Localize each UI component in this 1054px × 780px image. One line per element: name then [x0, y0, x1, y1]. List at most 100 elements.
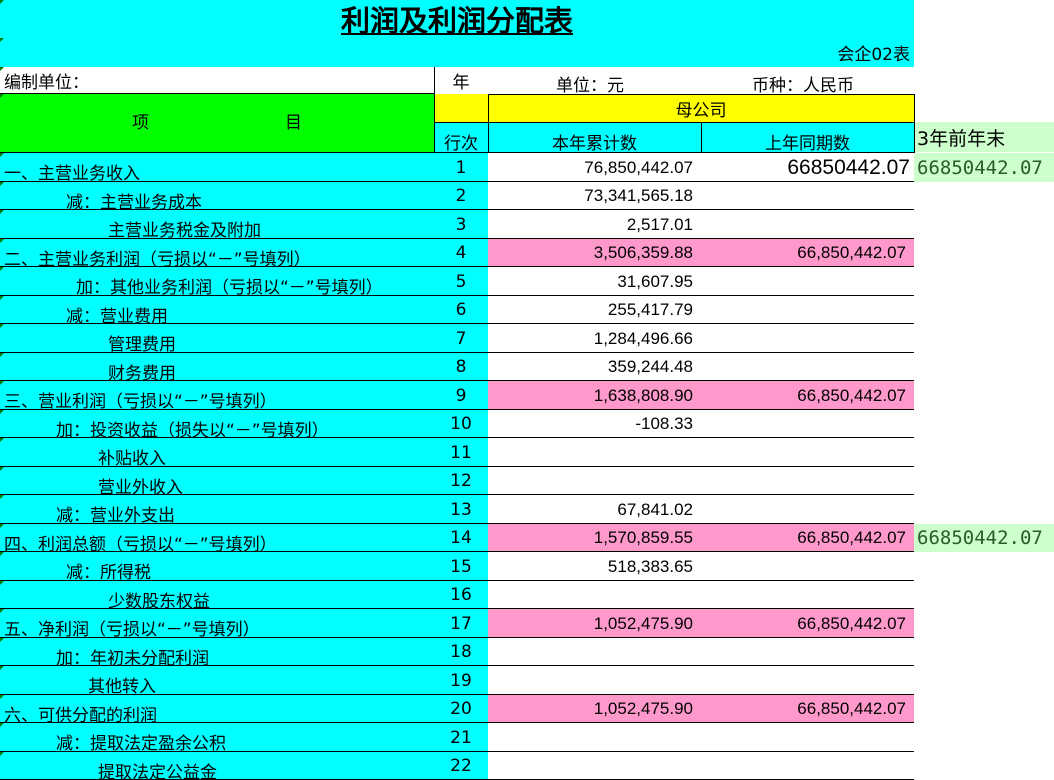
- previous-value-cell[interactable]: [701, 324, 914, 353]
- row-label-cell[interactable]: 提取法定公益金: [0, 752, 434, 780]
- previous-value-cell[interactable]: [701, 467, 914, 495]
- extra-value-cell[interactable]: 66850442.07: [914, 524, 1054, 552]
- previous-value-cell[interactable]: [701, 210, 914, 239]
- previous-value-cell[interactable]: [701, 752, 914, 780]
- current-value-cell[interactable]: 1,638,808.90: [488, 381, 701, 410]
- extra-value-cell[interactable]: [914, 410, 1054, 438]
- current-value-cell[interactable]: 67,841.02: [488, 495, 701, 524]
- line-no-cell[interactable]: 19: [434, 666, 488, 695]
- previous-value-cell[interactable]: [701, 353, 914, 381]
- current-value-cell[interactable]: 518,383.65: [488, 552, 701, 581]
- extra-value-cell[interactable]: [914, 638, 1054, 666]
- line-no-cell[interactable]: 18: [434, 638, 488, 666]
- line-no-cell[interactable]: 3: [434, 210, 488, 239]
- previous-value-cell[interactable]: [701, 267, 914, 296]
- row-label-cell[interactable]: 其他转入: [0, 666, 434, 695]
- current-value-cell[interactable]: [488, 752, 701, 780]
- parent-header[interactable]: 母公司: [488, 94, 914, 122]
- row-label-cell[interactable]: 加：年初未分配利润: [0, 638, 434, 666]
- current-value-cell[interactable]: 2,517.01: [488, 210, 701, 239]
- previous-value-cell[interactable]: [701, 410, 914, 438]
- extra-value-cell[interactable]: [914, 438, 1054, 467]
- previous-value-cell[interactable]: [701, 581, 914, 609]
- row-label-cell[interactable]: 主营业务税金及附加: [0, 210, 434, 239]
- current-value-cell[interactable]: -108.33: [488, 410, 701, 438]
- extra-value-cell[interactable]: [914, 467, 1054, 495]
- previous-value-cell[interactable]: 66,850,442.07: [701, 381, 914, 410]
- line-no-cell[interactable]: 6: [434, 296, 488, 324]
- row-label-cell[interactable]: 六、可供分配的利润: [0, 695, 434, 723]
- current-value-cell[interactable]: [488, 666, 701, 695]
- current-value-cell[interactable]: 1,052,475.90: [488, 695, 701, 723]
- row-label-cell[interactable]: 三、营业利润（亏损以“－”号填列）: [0, 381, 434, 410]
- previous-value-cell[interactable]: [701, 638, 914, 666]
- current-value-cell[interactable]: 76,850,442.07: [488, 153, 701, 182]
- row-label-cell[interactable]: 减：营业外支出: [0, 495, 434, 524]
- extra-value-cell[interactable]: [914, 495, 1054, 524]
- row-label-cell[interactable]: 补贴收入: [0, 438, 434, 467]
- extra-value-cell[interactable]: [914, 296, 1054, 324]
- item-header[interactable]: 项 目: [0, 94, 434, 152]
- row-label-cell[interactable]: 财务费用: [0, 353, 434, 381]
- extra-value-cell[interactable]: [914, 552, 1054, 581]
- row-label-cell[interactable]: 营业外收入: [0, 467, 434, 495]
- line-no-cell[interactable]: 2: [434, 182, 488, 210]
- extra-value-cell[interactable]: [914, 723, 1054, 752]
- extra-value-cell[interactable]: [914, 381, 1054, 410]
- row-label-cell[interactable]: 减：营业费用: [0, 296, 434, 324]
- line-no-cell[interactable]: 15: [434, 552, 488, 581]
- current-value-cell[interactable]: [488, 467, 701, 495]
- row-label-cell[interactable]: 加：投资收益（损失以“－”号填列）: [0, 410, 434, 438]
- current-value-cell[interactable]: 31,607.95: [488, 267, 701, 296]
- extra-value-cell[interactable]: [914, 182, 1054, 210]
- extra-value-cell[interactable]: [914, 752, 1054, 780]
- previous-value-cell[interactable]: [701, 438, 914, 467]
- extra-value-cell[interactable]: [914, 353, 1054, 381]
- extra-value-cell[interactable]: [914, 210, 1054, 239]
- line-no-cell[interactable]: 5: [434, 267, 488, 296]
- line-no-header[interactable]: 行次: [434, 122, 488, 152]
- previous-value-cell[interactable]: 66,850,442.07: [701, 524, 914, 552]
- line-no-cell[interactable]: 21: [434, 723, 488, 752]
- current-value-cell[interactable]: [488, 638, 701, 666]
- previous-value-cell[interactable]: [701, 182, 914, 210]
- extra-value-cell[interactable]: [914, 609, 1054, 638]
- extra-value-cell[interactable]: [914, 239, 1054, 267]
- line-no-cell[interactable]: 17: [434, 609, 488, 638]
- row-label-cell[interactable]: 减：主营业务成本: [0, 182, 434, 210]
- unit-label-cell[interactable]: 编制单位：: [0, 67, 434, 94]
- form-code-cell[interactable]: 会企02表: [0, 38, 914, 67]
- row-label-cell[interactable]: 少数股东权益: [0, 581, 434, 609]
- current-value-cell[interactable]: 1,284,496.66: [488, 324, 701, 353]
- current-value-cell[interactable]: 73,341,565.18: [488, 182, 701, 210]
- extra-value-cell[interactable]: [914, 581, 1054, 609]
- line-no-cell[interactable]: 11: [434, 438, 488, 467]
- current-header[interactable]: 本年累计数: [488, 122, 701, 152]
- previous-value-cell[interactable]: 66850442.07: [701, 153, 914, 182]
- current-value-cell[interactable]: 1,052,475.90: [488, 609, 701, 638]
- row-label-cell[interactable]: 二、主营业务利润（亏损以“－”号填列）: [0, 239, 434, 267]
- title-cell[interactable]: 利润及利润分配表: [0, 0, 914, 38]
- current-value-cell[interactable]: 255,417.79: [488, 296, 701, 324]
- line-no-cell[interactable]: 16: [434, 581, 488, 609]
- previous-value-cell[interactable]: [701, 552, 914, 581]
- current-value-cell[interactable]: 1,570,859.55: [488, 524, 701, 552]
- line-no-cell[interactable]: 1: [434, 153, 488, 182]
- line-no-cell[interactable]: 14: [434, 524, 488, 552]
- current-value-cell[interactable]: 359,244.48: [488, 353, 701, 381]
- year-cell[interactable]: 年: [434, 67, 488, 94]
- previous-value-cell[interactable]: 66,850,442.07: [701, 239, 914, 267]
- line-no-cell[interactable]: 7: [434, 324, 488, 353]
- row-label-cell[interactable]: 管理费用: [0, 324, 434, 353]
- row-label-cell[interactable]: 五、净利润（亏损以“－”号填列）: [0, 609, 434, 638]
- previous-value-cell[interactable]: [701, 666, 914, 695]
- extra-value-cell[interactable]: [914, 267, 1054, 296]
- row-label-cell[interactable]: 减：所得税: [0, 552, 434, 581]
- extra-value-cell[interactable]: 66850442.07: [914, 153, 1054, 182]
- current-value-cell[interactable]: 3,506,359.88: [488, 239, 701, 267]
- line-no-cell[interactable]: 13: [434, 495, 488, 524]
- line-no-cell[interactable]: 22: [434, 752, 488, 780]
- line-no-cell[interactable]: 4: [434, 239, 488, 267]
- line-no-cell[interactable]: 10: [434, 410, 488, 438]
- previous-value-cell[interactable]: 66,850,442.07: [701, 695, 914, 723]
